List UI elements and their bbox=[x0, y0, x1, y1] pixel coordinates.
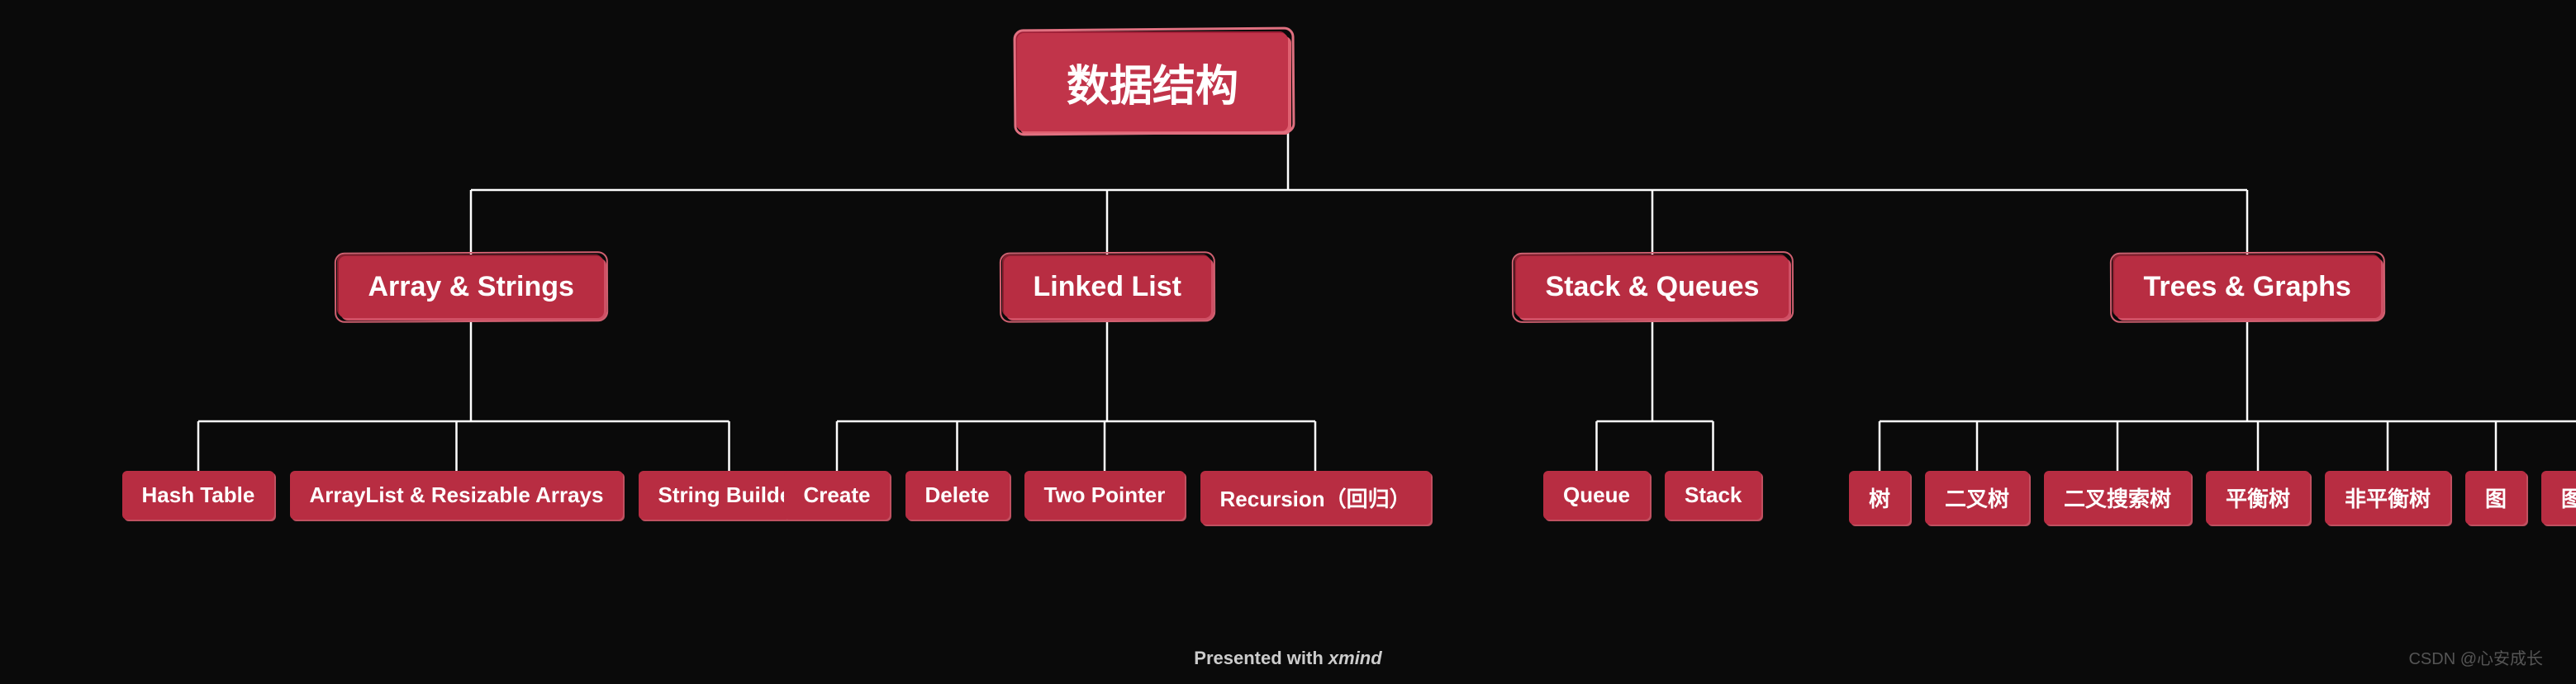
watermark: CSDN @心安成长 bbox=[2408, 645, 2543, 669]
leaf-node: ArrayList & Resizable Arrays bbox=[290, 471, 624, 520]
footer-prefix: Presented with bbox=[1194, 648, 1328, 668]
root-node: 数据结构 bbox=[1017, 33, 1288, 131]
leaf-node: 二叉搜索树 bbox=[2044, 471, 2191, 525]
node-stack-queues: Stack & Queues bbox=[1516, 256, 1789, 318]
leaf-node: 图搜索 bbox=[2541, 471, 2576, 525]
leaf-node: Two Pointer bbox=[1024, 471, 1186, 520]
node-array-strings: Array & Strings bbox=[339, 256, 604, 318]
leaf-node: Stack bbox=[1665, 471, 1761, 520]
footer-brand: xmind bbox=[1328, 648, 1382, 668]
leaf-node: Hash Table bbox=[122, 471, 275, 520]
footer: Presented with xmind bbox=[1194, 648, 1381, 669]
leaf-node: Recursion（回归） bbox=[1200, 471, 1431, 525]
node-linked-list: Linked List bbox=[1004, 256, 1211, 318]
leaf-node: 非平衡树 bbox=[2325, 471, 2450, 525]
leaf-node: Queue bbox=[1543, 471, 1650, 520]
leaf-node: Delete bbox=[905, 471, 1010, 520]
leaf-node: 图 bbox=[2465, 471, 2526, 525]
leaf-node: 平衡树 bbox=[2206, 471, 2310, 525]
mind-map-canvas: 数据结构 Array & Strings Linked List Stack &… bbox=[0, 0, 2576, 684]
node-trees-graphs: Trees & Graphs bbox=[2114, 256, 2381, 318]
leaf-node: 二叉树 bbox=[1925, 471, 2029, 525]
leaf-node: Create bbox=[784, 471, 891, 520]
leaf-node: 树 bbox=[1849, 471, 1910, 525]
